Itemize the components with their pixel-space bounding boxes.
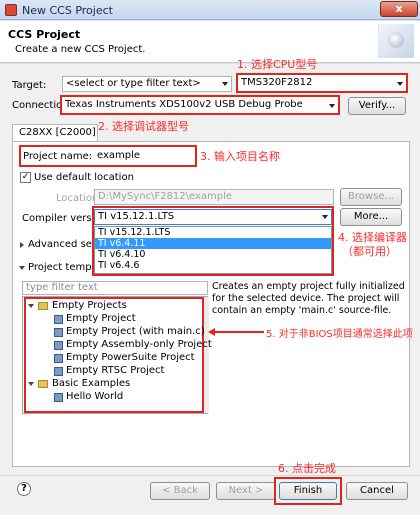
annotation-select-cpu: 1. 选择CPU型号 [237, 58, 318, 71]
folder-icon [38, 302, 48, 310]
annotation-arrow [214, 331, 264, 333]
template-assembly-only[interactable]: Empty Assembly-only Project [66, 339, 212, 351]
project-icon [54, 328, 63, 337]
tree-group-basic-examples[interactable]: Basic Examples [52, 378, 130, 390]
folder-icon [38, 380, 48, 388]
annotation-enter-name: 3. 输入项目名称 [200, 150, 280, 163]
project-icon [54, 367, 63, 376]
annotation-arrowhead-icon [208, 328, 215, 336]
help-icon[interactable]: ? [17, 482, 31, 496]
project-name-label: Project name: [23, 151, 93, 162]
project-icon [54, 354, 63, 363]
verify-button[interactable]: Verify... [348, 97, 406, 115]
collapse-arrow-icon[interactable] [28, 382, 34, 386]
tab-label: C28XX [C2000] [19, 127, 96, 138]
template-rtsc[interactable]: Empty RTSC Project [66, 365, 164, 377]
project-icon [54, 393, 63, 402]
location-input[interactable]: D:\MySync\F2812\example [94, 189, 334, 205]
project-name-input[interactable]: example [94, 149, 194, 165]
default-location-label: Use default location [34, 172, 134, 183]
target-label: Target: [12, 80, 47, 91]
page-title: CCS Project [8, 28, 81, 41]
template-description: Creates an empty project fully initializ… [212, 281, 405, 316]
template-empty-project-main[interactable]: Empty Project (with main.c) [66, 326, 205, 338]
collapse-arrow-icon[interactable] [19, 266, 25, 270]
template-powersuite[interactable]: Empty PowerSuite Project [66, 352, 195, 364]
more-button[interactable]: More... [340, 208, 402, 226]
default-location-checkbox[interactable]: ✓ [20, 172, 31, 183]
project-icon [54, 315, 63, 324]
target-device-value: TMS320F2812 [241, 77, 313, 88]
template-hello-world[interactable]: Hello World [66, 391, 123, 403]
template-filter-input[interactable]: type filter text [22, 281, 208, 295]
tab-c28xx[interactable]: C28XX [C2000] [12, 124, 98, 142]
window-title: New CCS Project [22, 4, 113, 17]
target-filter-combo[interactable]: <select or type filter text> [62, 76, 232, 92]
annotation-non-bios: 5. 对于非BIOS项目通常选择此项 [266, 329, 413, 340]
connection-value: Texas Instruments XDS100v2 USB Debug Pro… [65, 99, 303, 110]
annotation-click-finish: 6. 点击完成 [278, 462, 336, 475]
finish-button[interactable]: Finish [279, 482, 337, 500]
target-filter-value: <select or type filter text> [66, 78, 201, 89]
connection-combo[interactable]: Texas Instruments XDS100v2 USB Debug Pro… [60, 95, 340, 115]
compiler-highlight [92, 206, 334, 276]
page-subtitle: Create a new CCS Project. [15, 44, 146, 55]
chevron-down-icon[interactable] [329, 104, 335, 108]
next-button[interactable]: Next > [216, 482, 276, 500]
app-icon [5, 4, 17, 16]
close-button[interactable]: x [380, 1, 418, 17]
chevron-down-icon[interactable] [222, 82, 228, 86]
collapse-arrow-icon[interactable] [28, 304, 34, 308]
back-button[interactable]: < Back [150, 482, 210, 500]
browse-button[interactable]: Browse... [340, 188, 402, 206]
chevron-down-icon[interactable] [397, 82, 403, 86]
project-icon [54, 341, 63, 350]
template-empty-project[interactable]: Empty Project [66, 313, 136, 325]
wizard-banner-icon [378, 24, 414, 58]
annotation-select-debugger: 2. 选择调试器型号 [98, 120, 189, 133]
tree-group-empty-projects[interactable]: Empty Projects [52, 300, 127, 312]
cancel-button[interactable]: Cancel [346, 482, 408, 500]
annotation-all-usable: （都可用） [342, 245, 397, 258]
expand-arrow-icon[interactable] [20, 242, 24, 248]
target-device-combo[interactable]: TMS320F2812 [236, 73, 408, 93]
